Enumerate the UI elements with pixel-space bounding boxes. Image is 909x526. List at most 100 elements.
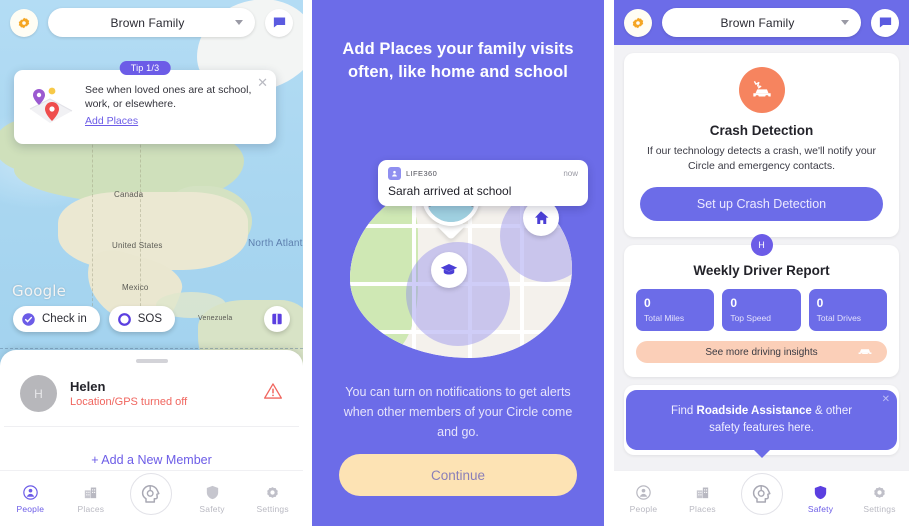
panel3-header: Brown Family <box>614 0 909 45</box>
life360-app-icon-glyph <box>392 170 397 177</box>
stat-value: 0 <box>644 296 651 310</box>
warning-triangle-icon[interactable] <box>263 381 283 406</box>
close-icon[interactable]: ✕ <box>882 395 890 405</box>
avatar: H <box>20 375 57 412</box>
insights-label: See more driving insights <box>705 346 818 358</box>
notification-header: LIFE360 now <box>388 167 578 180</box>
list-item[interactable]: H Helen Location/GPS turned off <box>4 363 299 427</box>
see-more-driving-insights-button[interactable]: See more driving insights <box>636 341 887 363</box>
stat-label: Total Miles <box>644 313 685 323</box>
driving-head-icon[interactable] <box>130 472 173 515</box>
stat-value: 0 <box>816 296 824 310</box>
panel-map-people: Canada United States Mexico Venezuela No… <box>0 0 303 526</box>
chat-icon[interactable] <box>265 8 293 37</box>
weekly-driver-report-title: Weekly Driver Report <box>693 263 830 278</box>
nav-label-safety: Safety <box>807 503 834 514</box>
nav-item-places[interactable]: Places <box>61 484 122 514</box>
driver-stats-row: 0 Total Miles 0 Top Speed 0 Total Drives <box>636 289 887 331</box>
gear-icon[interactable] <box>10 8 38 37</box>
sos-ring-icon <box>117 312 131 326</box>
weekly-driver-report-card: H Weekly Driver Report 0 Total Miles 0 T… <box>624 234 899 377</box>
map-pins-icon-glyph <box>29 87 73 123</box>
driving-head-icon-glyph <box>752 484 771 503</box>
notification-card[interactable]: LIFE360 now Sarah arrived at school <box>378 160 588 206</box>
check-in-button[interactable]: Check in <box>13 306 100 332</box>
nav-label-safety: Safety <box>199 503 225 514</box>
tip-card[interactable]: Tip 1/3 ✕ See when loved ones are at sch… <box>14 61 276 144</box>
nav-label-people: People <box>16 503 45 514</box>
bottom-navigation-bar: People Places Safety Settings <box>614 470 909 526</box>
stat-label: Total Drives <box>816 313 862 323</box>
graduation-cap-icon-glyph <box>440 264 458 275</box>
panel-safety: Brown Family Crash Detection If our tech… <box>614 0 909 526</box>
map-label-north-atlantic-ocean: North Atlantic Ocean <box>248 238 303 249</box>
nav-item-safety[interactable]: Safety <box>791 484 850 514</box>
roadside-tip-suffix: & other <box>811 405 853 417</box>
stat-top-speed[interactable]: 0 Top Speed <box>722 289 801 331</box>
nav-label-places: Places <box>77 503 105 514</box>
stat-value: 0 <box>730 296 738 310</box>
chevron-down-icon <box>841 20 849 25</box>
nav-label-settings: Settings <box>256 503 289 514</box>
add-places-link[interactable]: Add Places <box>85 115 138 127</box>
onboarding-subtitle: You can turn on notifications to get ale… <box>343 385 573 439</box>
map-label-canada: Canada <box>114 190 144 199</box>
avatar: H <box>750 234 773 256</box>
roadside-assistance-tooltip[interactable]: ✕ Find Roadside Assistance & other safet… <box>626 390 897 458</box>
nav-label-people: People <box>629 503 658 514</box>
close-icon[interactable]: ✕ <box>257 76 268 89</box>
family-selector[interactable]: Brown Family <box>662 8 861 37</box>
nav-item-driving[interactable] <box>732 472 791 525</box>
hero-map-park <box>350 182 418 354</box>
map-layers-icon[interactable] <box>264 306 290 332</box>
driving-head-icon[interactable] <box>740 472 783 515</box>
family-selector[interactable]: Brown Family <box>48 8 255 37</box>
crash-detection-card: Crash Detection If our technology detect… <box>624 53 899 237</box>
bottom-navigation-bar: People Places Safety Settings <box>0 470 303 526</box>
nav-item-settings[interactable]: Settings <box>850 484 909 514</box>
nav-item-driving[interactable] <box>121 472 182 525</box>
nav-item-people[interactable]: People <box>614 484 673 514</box>
stat-total-drives[interactable]: 0 Total Drives <box>808 289 887 331</box>
setup-crash-detection-button[interactable]: Set up Crash Detection <box>640 187 883 221</box>
chat-icon-glyph <box>879 17 891 28</box>
shield-icon <box>814 485 827 499</box>
chevron-down-icon <box>235 20 243 25</box>
tooltip-arrow <box>752 449 771 458</box>
chat-icon-glyph <box>273 17 285 28</box>
sos-label: SOS <box>137 313 163 325</box>
person-circle-icon <box>636 484 651 500</box>
gear-icon-glyph <box>18 17 30 28</box>
nav-label-settings: Settings <box>863 503 896 514</box>
crash-car-icon-glyph <box>752 80 771 99</box>
nav-label-places: Places <box>689 503 716 514</box>
tip-text-block: See when loved ones are at school, work,… <box>85 83 264 132</box>
gear-icon[interactable] <box>624 8 652 37</box>
hero-illustration: LIFE360 now Sarah arrived at school <box>338 160 588 368</box>
member-status: Location/GPS turned off <box>70 396 188 408</box>
gear-icon-glyph <box>632 17 644 28</box>
member-info: Helen Location/GPS turned off <box>70 379 250 408</box>
sos-button[interactable]: SOS <box>108 306 176 332</box>
graduation-cap-icon[interactable] <box>431 252 467 288</box>
stat-total-miles[interactable]: 0 Total Miles <box>636 289 715 331</box>
nav-item-settings[interactable]: Settings <box>242 484 303 514</box>
notification-app-name: LIFE360 <box>406 169 438 178</box>
car-icon-glyph <box>858 349 872 355</box>
continue-button[interactable]: Continue <box>339 454 577 496</box>
add-new-member-button[interactable]: + Add a New Member <box>0 427 303 467</box>
home-icon-glyph <box>535 211 549 224</box>
nav-item-people[interactable]: People <box>0 484 61 514</box>
nav-item-safety[interactable]: Safety <box>182 484 243 514</box>
chat-icon[interactable] <box>871 8 899 37</box>
roadside-tip-line2: safety features here. <box>709 422 814 434</box>
family-name-label: Brown Family <box>110 15 185 30</box>
panel-add-places-onboarding: Add Places your family visits often, lik… <box>312 0 604 526</box>
nav-item-places[interactable]: Places <box>673 484 732 514</box>
warning-triangle-icon-glyph <box>264 383 282 399</box>
roadside-tip-prefix: Find <box>670 405 697 417</box>
map-pins-icon <box>26 83 76 132</box>
stat-label: Top Speed <box>730 313 771 323</box>
map-landmass-usa <box>58 192 248 270</box>
life360-app-icon <box>388 167 401 180</box>
